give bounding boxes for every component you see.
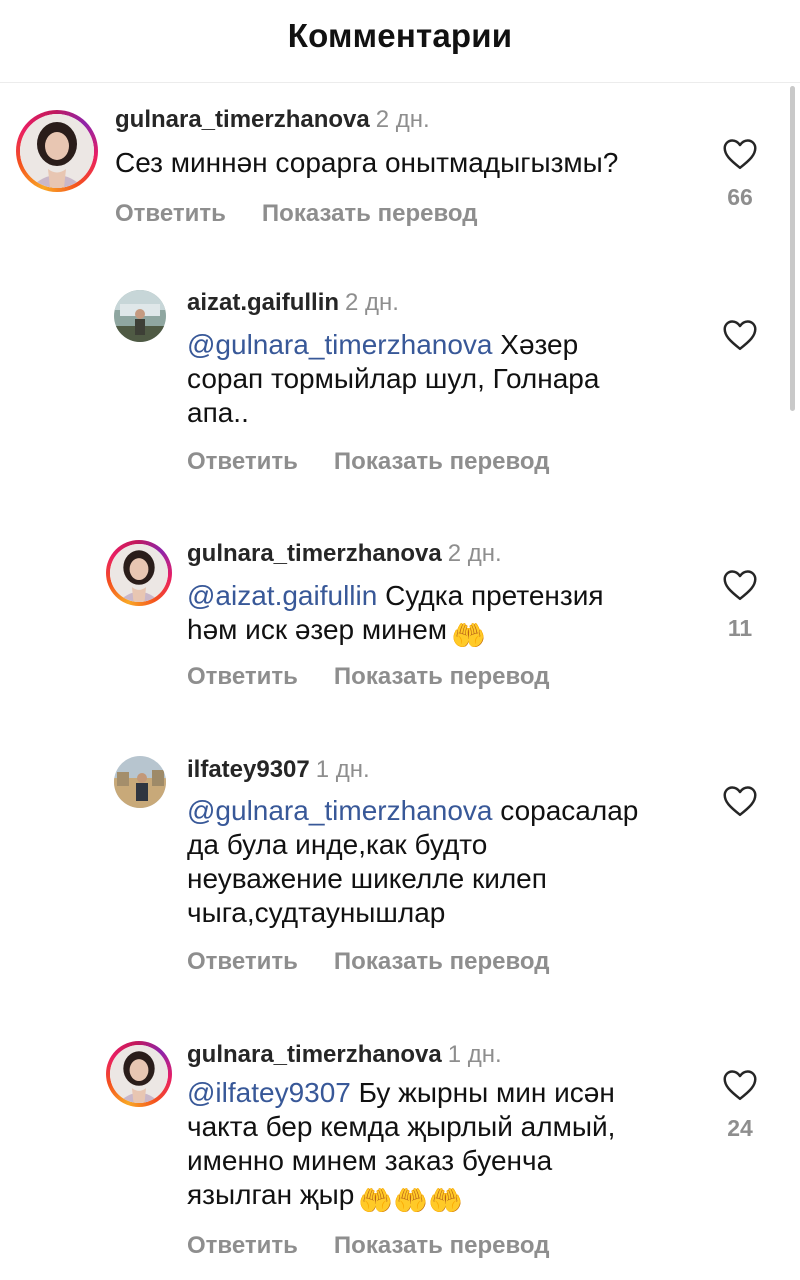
comment-text: @gulnara_timerzhanova сорасалар да була …	[187, 795, 639, 928]
like-count: 24	[727, 1115, 753, 1141]
timestamp: 1 дн.	[447, 1041, 502, 1068]
like-count: 66	[727, 184, 753, 210]
heart-outline-icon	[723, 1070, 757, 1101]
like-count: 11	[727, 615, 753, 641]
woman-portrait-image	[110, 1045, 168, 1103]
avatar[interactable]	[114, 756, 166, 808]
avatar[interactable]	[114, 290, 166, 342]
woman-portrait-image	[20, 114, 94, 188]
comment-actions: Ответить Показать перевод	[187, 663, 549, 691]
page-title: Комментарии	[287, 17, 513, 54]
timestamp: 1 дн.	[315, 756, 370, 783]
comment-actions: Ответить Показать перевод	[187, 448, 549, 476]
mention-link[interactable]: @aizat.gaifullin	[187, 580, 377, 611]
show-translation-button[interactable]: Показать перевод	[334, 1232, 550, 1260]
man-landscape-image	[114, 756, 166, 808]
comments-header: Комментарии	[0, 0, 800, 83]
reply-button[interactable]: Ответить	[187, 663, 298, 691]
comment-meta: gulnara_timerzhanova 2 дн.	[115, 106, 430, 134]
like-button[interactable]: 66	[708, 138, 772, 211]
comment-text: Сез миннән сорарга онытмадыгызмы?	[115, 147, 619, 178]
woman-portrait-image	[110, 544, 168, 602]
comment-actions: Ответить Показать перевод	[187, 1232, 549, 1260]
timestamp: 2 дн.	[345, 289, 399, 316]
timestamp: 2 дн.	[375, 106, 430, 133]
avatar[interactable]	[16, 110, 98, 192]
username[interactable]: gulnara_timerzhanova	[115, 106, 370, 133]
open-hands-emoji: 🤲	[451, 620, 486, 651]
reply-button[interactable]: Ответить	[187, 948, 298, 976]
heart-outline-icon	[723, 786, 757, 817]
show-translation-button[interactable]: Показать перевод	[334, 948, 550, 976]
like-button[interactable]	[708, 319, 772, 351]
man-outdoor-image	[114, 290, 166, 342]
comment-text: @aizat.gaifullin Судка претензия һәм иск…	[187, 580, 604, 651]
comment-meta: aizat.gaifullin 2 дн.	[187, 289, 399, 317]
reply-button[interactable]: Ответить	[115, 200, 226, 228]
comment-actions: Ответить Показать перевод	[187, 948, 549, 976]
mention-link[interactable]: @ilfatey9307	[187, 1077, 351, 1108]
heart-outline-icon	[723, 139, 757, 170]
show-translation-button[interactable]: Показать перевод	[262, 200, 478, 228]
username[interactable]: gulnara_timerzhanova	[187, 1041, 442, 1068]
mention-link[interactable]: @gulnara_timerzhanova	[187, 795, 492, 826]
like-button[interactable]	[708, 785, 772, 817]
timestamp: 2 дн.	[447, 540, 502, 567]
reply-button[interactable]: Ответить	[187, 448, 298, 476]
username[interactable]: aizat.gaifullin	[187, 289, 339, 316]
username[interactable]: ilfatey9307	[187, 756, 310, 783]
scrollbar[interactable]	[790, 86, 795, 411]
comment-text: @gulnara_timerzhanova Хәзер сорап тормый…	[187, 329, 600, 428]
username[interactable]: gulnara_timerzhanova	[187, 540, 442, 567]
comment-meta: gulnara_timerzhanova 1 дн.	[187, 1041, 502, 1069]
show-translation-button[interactable]: Показать перевод	[334, 448, 550, 476]
comment-text: @ilfatey9307 Бу жырны мин исән чакта бер…	[187, 1077, 616, 1216]
comment-actions: Ответить Показать перевод	[115, 200, 477, 228]
mention-link[interactable]: @gulnara_timerzhanova	[187, 329, 492, 360]
comment-meta: gulnara_timerzhanova 2 дн.	[187, 540, 502, 568]
comment-meta: ilfatey9307 1 дн.	[187, 756, 370, 784]
avatar[interactable]	[106, 540, 172, 606]
show-translation-button[interactable]: Показать перевод	[334, 663, 550, 691]
heart-outline-icon	[723, 320, 757, 351]
heart-outline-icon	[723, 570, 757, 601]
avatar[interactable]	[106, 1041, 172, 1107]
open-hands-emoji: 🤲🤲🤲	[358, 1185, 463, 1216]
like-button[interactable]: 11	[708, 569, 772, 642]
reply-button[interactable]: Ответить	[187, 1232, 298, 1260]
like-button[interactable]: 24	[708, 1069, 772, 1142]
